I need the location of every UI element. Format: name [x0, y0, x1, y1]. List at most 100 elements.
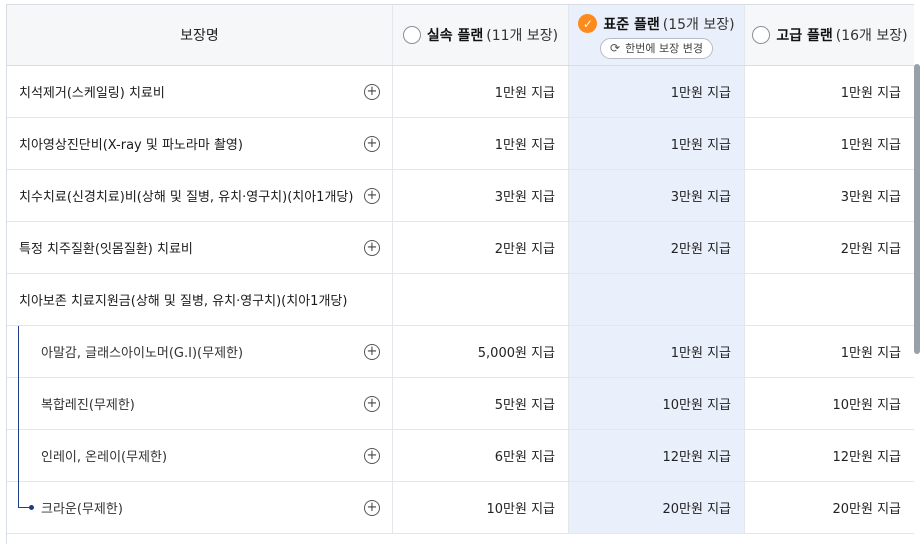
check-circle-icon[interactable]: ✓ — [578, 14, 598, 33]
plan-value: 5만원 지급 — [494, 398, 555, 413]
tree-connector-line — [18, 326, 19, 508]
plan-value: 2만원 지급 — [494, 242, 555, 257]
table-row: 치수치료(신경치료)비(상해 및 질병, 유치·영구치)(치아1개당) +3만원 … — [7, 170, 914, 222]
table-row: 복합레진(무제한) +5만원 지급 10만원 지급 10만원 지급 — [7, 378, 914, 430]
table-row: 치아영상진단비(X-ray 및 파노라마 촬영) +1만원 지급 1만원 지급 1만원… — [7, 118, 914, 170]
plan-value-cell: 1만원 지급 — [569, 118, 745, 169]
coverage-name-cell: 치석제거(스케일링) 치료비 + — [7, 66, 393, 117]
coverage-name-cell: 복합레진(무제한) + — [7, 378, 393, 429]
plan-value: 2만원 지급 — [670, 242, 731, 257]
plan-value-cell: 10만원 지급 — [393, 482, 569, 533]
coverage-name: 치수치료(신경치료)비(상해 및 질병, 유치·영구치)(치아1개당) — [19, 190, 354, 205]
plan-value: 5,000원 지급 — [477, 346, 555, 361]
plan-value-cell: 5만원 지급 — [393, 378, 569, 429]
header-coverage-name: 보장명 — [7, 5, 393, 65]
plan-count: (16개 보장) — [835, 28, 908, 44]
plan-value-cell: 20만원 지급 — [569, 482, 745, 533]
plan-value: 3만원 지급 — [494, 190, 555, 205]
plan-name: 고급 플랜 — [776, 28, 833, 44]
plus-circle-icon[interactable]: + — [364, 187, 380, 204]
plus-circle-icon[interactable]: + — [364, 83, 380, 100]
plan-option-basic[interactable]: 실속 플랜 (11개 보장) — [393, 5, 569, 65]
plan-count: (11개 보장) — [486, 28, 559, 44]
coverage-name: 크라운(무제한) — [41, 502, 123, 517]
coverage-name-label: 보장명 — [180, 28, 219, 44]
plan-value: 1만원 지급 — [670, 346, 731, 361]
plan-value-cell: 12만원 지급 — [569, 430, 745, 481]
radio-icon[interactable] — [402, 26, 421, 44]
plan-value-cell: 2만원 지급 — [745, 222, 914, 273]
table-row: 아말감, 글래스아이노머(G.I)(무제한) +5,000원 지급 1만원 지급 1만… — [7, 326, 914, 378]
plan-value: 1만원 지급 — [670, 86, 731, 101]
plan-value-cell: 1만원 지급 — [745, 66, 914, 117]
plan-name: 표준 플랜 — [603, 16, 660, 33]
plan-value-cell: 20만원 지급 — [745, 482, 914, 533]
plan-value-cell: 1만원 지급 — [569, 326, 745, 377]
coverage-name: 복합레진(무제한) — [41, 398, 135, 413]
change-coverage-button[interactable]: ⟳ 한번에 보장 변경 — [600, 37, 713, 59]
tree-connector-dot — [29, 505, 34, 510]
plan-value-cell: 10만원 지급 — [569, 378, 745, 429]
table-row: 치석제거(스케일링) 치료비 +1만원 지급 1만원 지급 1만원 지급 — [7, 66, 914, 118]
plan-value: 6만원 지급 — [494, 450, 555, 465]
table-row: 특정 치주질환(잇몸질환) 치료비 + 2만원 지급 2만원 지급 2만원 지급 — [7, 222, 914, 274]
plan-name: 실속 플랜 — [426, 28, 484, 44]
plan-value: 1만원 지급 — [840, 86, 901, 101]
coverage-name-cell: 크라운(무제한) + — [7, 482, 393, 533]
plus-circle-icon[interactable]: + — [364, 499, 380, 516]
coverage-name-cell: 치수치료(신경치료)비(상해 및 질병, 유치·영구치)(치아1개당) + — [7, 170, 393, 221]
plan-value: 10만원 지급 — [832, 398, 901, 413]
radio-icon[interactable] — [752, 26, 771, 44]
plan-option-standard[interactable]: ✓ 표준 플랜 (15개 보장) ⟳ 한번에 보장 변경 — [569, 5, 745, 65]
plan-value: 12만원 지급 — [832, 450, 901, 465]
coverage-name-cell: 치아보존 치료지원금(상해 및 질병, 유치·영구치)(치아1개당) — [7, 274, 393, 325]
scrollbar[interactable] — [914, 64, 920, 354]
plan-value: 1만원 지급 — [494, 86, 555, 101]
plan-value: 10만원 지급 — [486, 502, 555, 517]
plan-value: 2만원 지급 — [840, 242, 901, 257]
coverage-table: 보장명 실속 플랜 (11개 보장) ✓ 표준 플랜 (15개 보장) ⟳ 한번… — [6, 4, 914, 544]
plan-value: 1만원 지급 — [494, 138, 555, 153]
plan-value-cell: 1만원 지급 — [393, 118, 569, 169]
plan-value-cell: 5,000원 지급 — [393, 326, 569, 377]
table-row: 치아보존 치료지원금(상해 및 질병, 유치·영구치)(치아1개당) — [7, 274, 914, 326]
plan-value-cell: 3만원 지급 — [393, 170, 569, 221]
plan-value-cell — [393, 274, 569, 325]
coverage-name-cell: 특정 치주질환(잇몸질환) 치료비 + — [7, 222, 393, 273]
plan-value-cell: 1만원 지급 — [745, 118, 914, 169]
plan-value-cell: 3만원 지급 — [569, 170, 745, 221]
plan-count: (15개 보장) — [662, 16, 735, 33]
coverage-name: 인레이, 온레이(무제한) — [41, 450, 168, 465]
table-row: 크라운(무제한) +10만원 지급 20만원 지급 20만원 지급 — [7, 482, 914, 534]
plus-circle-icon[interactable]: + — [364, 239, 380, 256]
plan-value-cell: 3만원 지급 — [745, 170, 914, 221]
table-row: 인레이, 온레이(무제한) +6만원 지급 12만원 지급 12만원 지급 — [7, 430, 914, 482]
plan-value-cell: 6만원 지급 — [393, 430, 569, 481]
plus-circle-icon[interactable]: + — [364, 343, 380, 360]
plan-value: 1만원 지급 — [840, 138, 901, 153]
plan-value-cell: 10만원 지급 — [745, 378, 914, 429]
plan-value: 12만원 지급 — [662, 450, 731, 465]
change-coverage-label: 한번에 보장 변경 — [625, 42, 703, 55]
plan-value: 20만원 지급 — [832, 502, 901, 517]
plan-value: 20만원 지급 — [662, 502, 731, 517]
coverage-name: 아말감, 글래스아이노머(G.I)(무제한) — [41, 346, 244, 361]
coverage-name-cell: 아말감, 글래스아이노머(G.I)(무제한) + — [7, 326, 393, 377]
coverage-name: 치아영상진단비(X-ray 및 파노라마 촬영) — [19, 138, 243, 153]
coverage-name-cell: 치아영상진단비(X-ray 및 파노라마 촬영) + — [7, 118, 393, 169]
table-body: 치석제거(스케일링) 치료비 +1만원 지급 1만원 지급 1만원 지급 치아영상진단비… — [7, 66, 914, 534]
plan-value-cell: 2만원 지급 — [393, 222, 569, 273]
plus-circle-icon[interactable]: + — [364, 447, 380, 464]
plan-value-cell — [569, 274, 745, 325]
plan-value: 3만원 지급 — [840, 190, 901, 205]
coverage-name: 치석제거(스케일링) 치료비 — [19, 86, 165, 101]
plan-value-cell: 2만원 지급 — [569, 222, 745, 273]
plus-circle-icon[interactable]: + — [364, 135, 380, 152]
table-header: 보장명 실속 플랜 (11개 보장) ✓ 표준 플랜 (15개 보장) ⟳ 한번… — [7, 5, 914, 66]
plan-option-premium[interactable]: 고급 플랜 (16개 보장) — [745, 5, 914, 65]
plan-value-cell: 12만원 지급 — [745, 430, 914, 481]
refresh-icon: ⟳ — [610, 41, 621, 55]
plus-circle-icon[interactable]: + — [364, 395, 380, 412]
plan-value: 1만원 지급 — [840, 346, 901, 361]
coverage-name-cell: 인레이, 온레이(무제한) + — [7, 430, 393, 481]
